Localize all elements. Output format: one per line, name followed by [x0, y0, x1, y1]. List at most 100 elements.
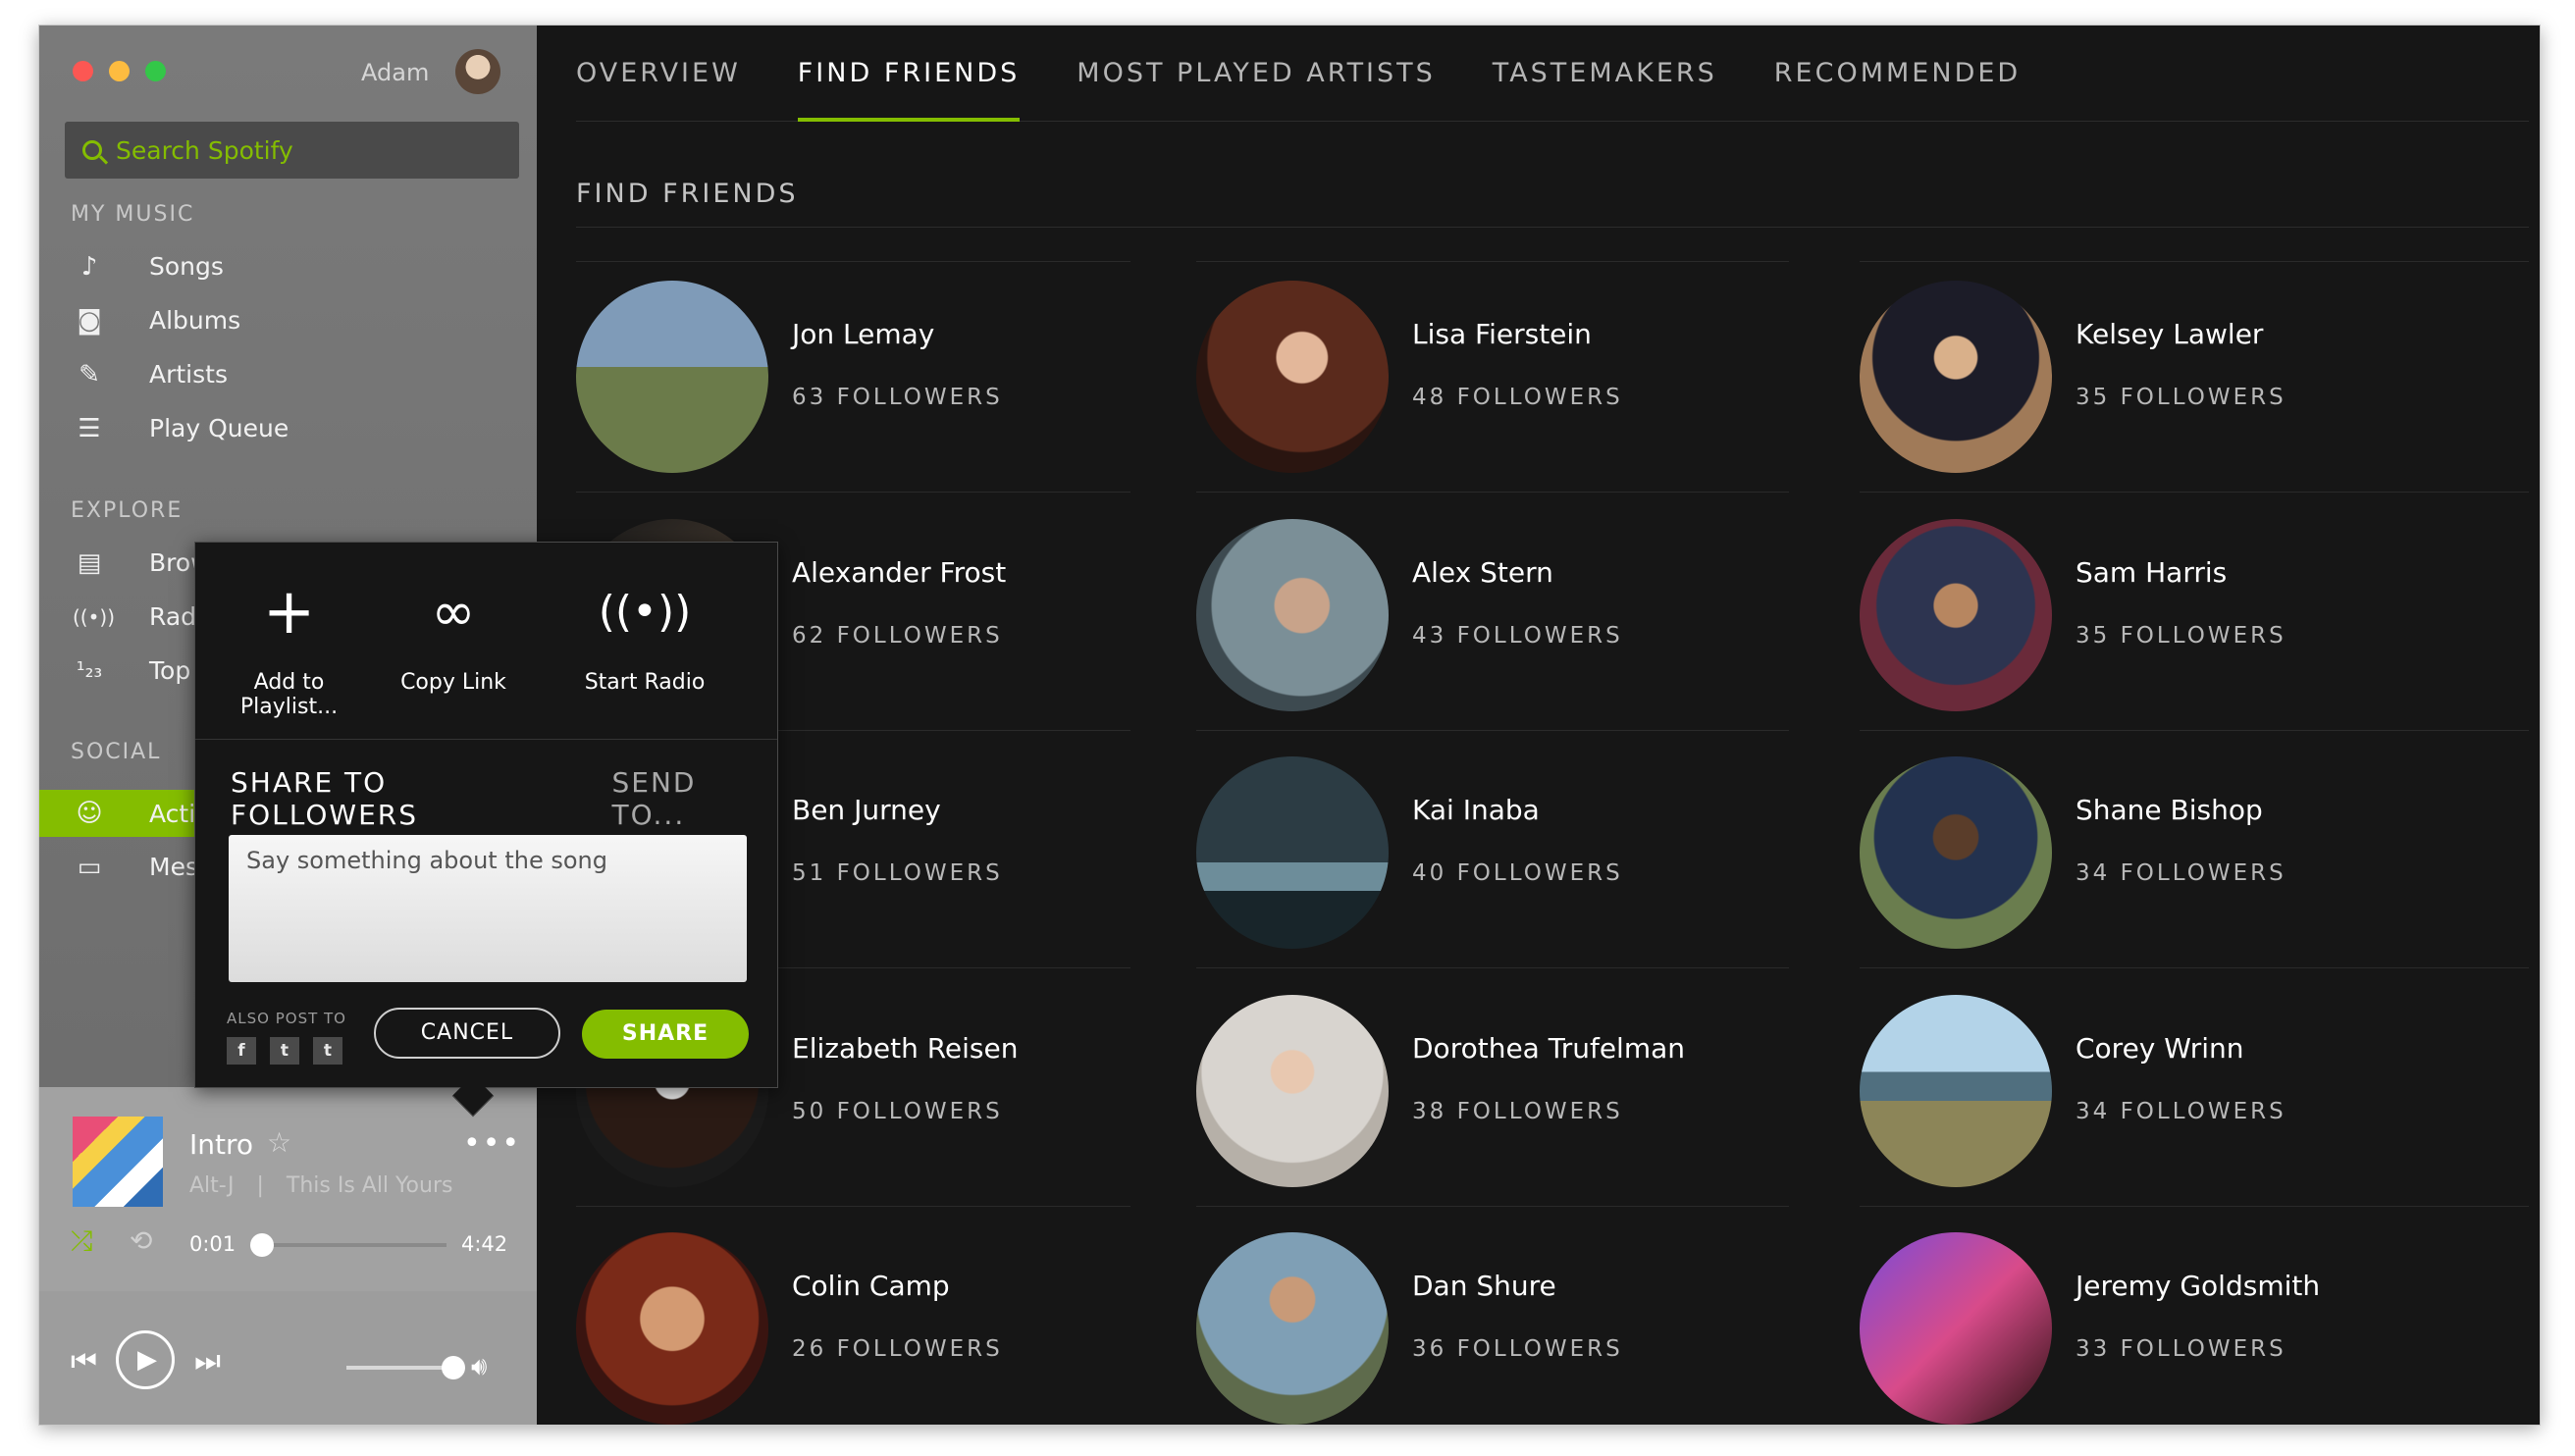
friend-card[interactable]: Sam Harris 35 FOLLOWERS [1860, 519, 2409, 715]
friend-name[interactable]: Lisa Fierstein [1412, 318, 1592, 350]
friend-name[interactable]: Jon Lemay [792, 318, 934, 350]
sidebar-item-albums[interactable]: ◙ Albums [39, 293, 537, 347]
friend-name[interactable]: Kai Inaba [1412, 794, 1540, 826]
friend-avatar[interactable] [576, 1232, 768, 1425]
artist-name[interactable]: Alt-J [189, 1173, 234, 1198]
radio-icon: ((•)) [73, 604, 116, 629]
friend-card[interactable]: Dan Shure 36 FOLLOWERS [1196, 1232, 1746, 1425]
next-track-icon[interactable]: ⏭ [194, 1344, 221, 1378]
friend-card[interactable]: Lisa Fierstein 48 FOLLOWERS [1196, 281, 1746, 477]
friend-avatar[interactable] [1196, 281, 1389, 473]
friend-name[interactable]: Jeremy Goldsmith [2076, 1270, 2320, 1302]
tab-overview[interactable]: OVERVIEW [576, 26, 741, 122]
friend-avatar[interactable] [1196, 1232, 1389, 1425]
row-divider [1860, 1206, 2529, 1207]
top-lists-icon: ¹₂₃ [76, 658, 103, 683]
friend-card[interactable]: Alex Stern 43 FOLLOWERS [1196, 519, 1746, 715]
sidebar-item-play-queue[interactable]: ☰ Play Queue [39, 401, 537, 455]
friend-followers: 48 FOLLOWERS [1412, 385, 1623, 410]
album-name[interactable]: This Is All Yours [287, 1173, 453, 1198]
repeat-icon[interactable]: ⟲ [130, 1224, 152, 1257]
share-tabs: SHARE TO FOLLOWERS SEND TO... [231, 766, 777, 846]
friend-avatar[interactable] [1860, 756, 2052, 949]
action-label: Copy Link [400, 670, 506, 695]
track-title[interactable]: Intro [189, 1128, 253, 1161]
friend-avatar[interactable] [1860, 995, 2052, 1187]
close-window-button[interactable] [73, 61, 93, 81]
tab-send-to[interactable]: SEND TO... [612, 766, 777, 846]
start-radio-button[interactable]: ((•)) Start Radio [542, 543, 748, 739]
zoom-window-button[interactable] [145, 61, 166, 81]
friend-card[interactable]: Jon Lemay 63 FOLLOWERS [576, 281, 1126, 477]
row-divider [576, 492, 1130, 493]
tab-recommended[interactable]: RECOMMENDED [1774, 26, 2021, 122]
tab-find-friends[interactable]: FIND FRIENDS [797, 26, 1021, 122]
friend-name[interactable]: Colin Camp [792, 1270, 950, 1302]
friend-card[interactable]: Shane Bishop 34 FOLLOWERS [1860, 756, 2409, 953]
friend-name[interactable]: Dan Shure [1412, 1270, 1556, 1302]
friend-avatar[interactable] [1196, 519, 1389, 711]
progress-bar[interactable] [260, 1243, 447, 1247]
tumblr-icon[interactable]: t [313, 1037, 342, 1065]
facebook-icon[interactable]: f [227, 1037, 256, 1065]
friend-avatar[interactable] [1196, 756, 1389, 949]
friend-name[interactable]: Corey Wrinn [2076, 1032, 2244, 1065]
album-icon: ◙ [77, 305, 102, 336]
speaker-icon[interactable]: 🔊︎ [471, 1352, 487, 1382]
copy-link-button[interactable]: ∞ Copy Link [365, 543, 542, 739]
friend-name[interactable]: Kelsey Lawler [2076, 318, 2263, 350]
friend-card[interactable]: Jeremy Goldsmith 33 FOLLOWERS [1860, 1232, 2409, 1425]
friend-name[interactable]: Sam Harris [2076, 556, 2227, 589]
share-button[interactable]: SHARE [582, 1010, 749, 1059]
friend-avatar[interactable] [1860, 519, 2052, 711]
minimize-window-button[interactable] [109, 61, 130, 81]
explore-heading: EXPLORE [71, 498, 184, 523]
friend-avatar[interactable] [1196, 995, 1389, 1187]
friend-name[interactable]: Shane Bishop [2076, 794, 2263, 826]
star-icon[interactable]: ☆ [267, 1126, 291, 1159]
user-name[interactable]: Adam [361, 59, 429, 86]
add-to-playlist-button[interactable]: + Add to Playlist... [213, 543, 365, 739]
shuffle-icon[interactable]: ⤮ [71, 1224, 92, 1258]
sidebar-item-label: Artists [149, 360, 228, 389]
friend-card[interactable]: Corey Wrinn 34 FOLLOWERS [1860, 995, 2409, 1191]
search-input[interactable]: Search Spotify [65, 122, 519, 179]
link-icon: ∞ [431, 581, 476, 643]
play-button[interactable]: ▶ [116, 1330, 175, 1389]
friend-followers: 33 FOLLOWERS [2076, 1336, 2286, 1362]
main-content: OVERVIEW FIND FRIENDS MOST PLAYED ARTIST… [537, 26, 2540, 1425]
friend-name[interactable]: Alex Stern [1412, 556, 1553, 589]
sidebar-item-songs[interactable]: ♪ Songs [39, 239, 537, 293]
share-message-field[interactable]: Say something about the song [229, 835, 747, 982]
friend-name[interactable]: Alexander Frost [792, 556, 1006, 589]
friend-name[interactable]: Ben Jurney [792, 794, 941, 826]
row-divider [1860, 261, 2529, 262]
friend-card[interactable]: Kai Inaba 40 FOLLOWERS [1196, 756, 1746, 953]
elapsed-time: 0:01 [189, 1232, 236, 1256]
friend-card[interactable]: Kelsey Lawler 35 FOLLOWERS [1860, 281, 2409, 477]
album-art[interactable] [73, 1117, 163, 1207]
friend-avatar[interactable] [576, 281, 768, 473]
tab-tastemakers[interactable]: TASTEMAKERS [1493, 26, 1717, 122]
friend-name[interactable]: Elizabeth Reisen [792, 1032, 1019, 1065]
more-options-icon[interactable]: ••• [463, 1126, 521, 1161]
friend-card[interactable]: Colin Camp 26 FOLLOWERS [576, 1232, 1126, 1425]
user-avatar[interactable] [455, 49, 500, 94]
friend-avatar[interactable] [1860, 1232, 2052, 1425]
volume-slider[interactable] [346, 1366, 452, 1370]
row-divider [1196, 261, 1789, 262]
friend-avatar[interactable] [1860, 281, 2052, 473]
tab-most-played-artists[interactable]: MOST PLAYED ARTISTS [1077, 26, 1436, 122]
sidebar-item-artists[interactable]: ✎ Artists [39, 347, 537, 401]
previous-track-icon[interactable]: ⏮ [71, 1344, 97, 1378]
section-divider [576, 227, 2529, 228]
tab-share-to-followers[interactable]: SHARE TO FOLLOWERS [231, 766, 579, 846]
inbox-icon: ▭ [77, 852, 102, 882]
volume-handle[interactable] [442, 1356, 465, 1379]
friend-followers: 35 FOLLOWERS [2076, 623, 2286, 649]
twitter-icon[interactable]: t [270, 1037, 299, 1065]
cancel-button[interactable]: CANCEL [374, 1008, 560, 1059]
progress-handle[interactable] [250, 1233, 274, 1257]
friend-card[interactable]: Dorothea Trufelman 38 FOLLOWERS [1196, 995, 1746, 1191]
friend-name[interactable]: Dorothea Trufelman [1412, 1032, 1685, 1065]
